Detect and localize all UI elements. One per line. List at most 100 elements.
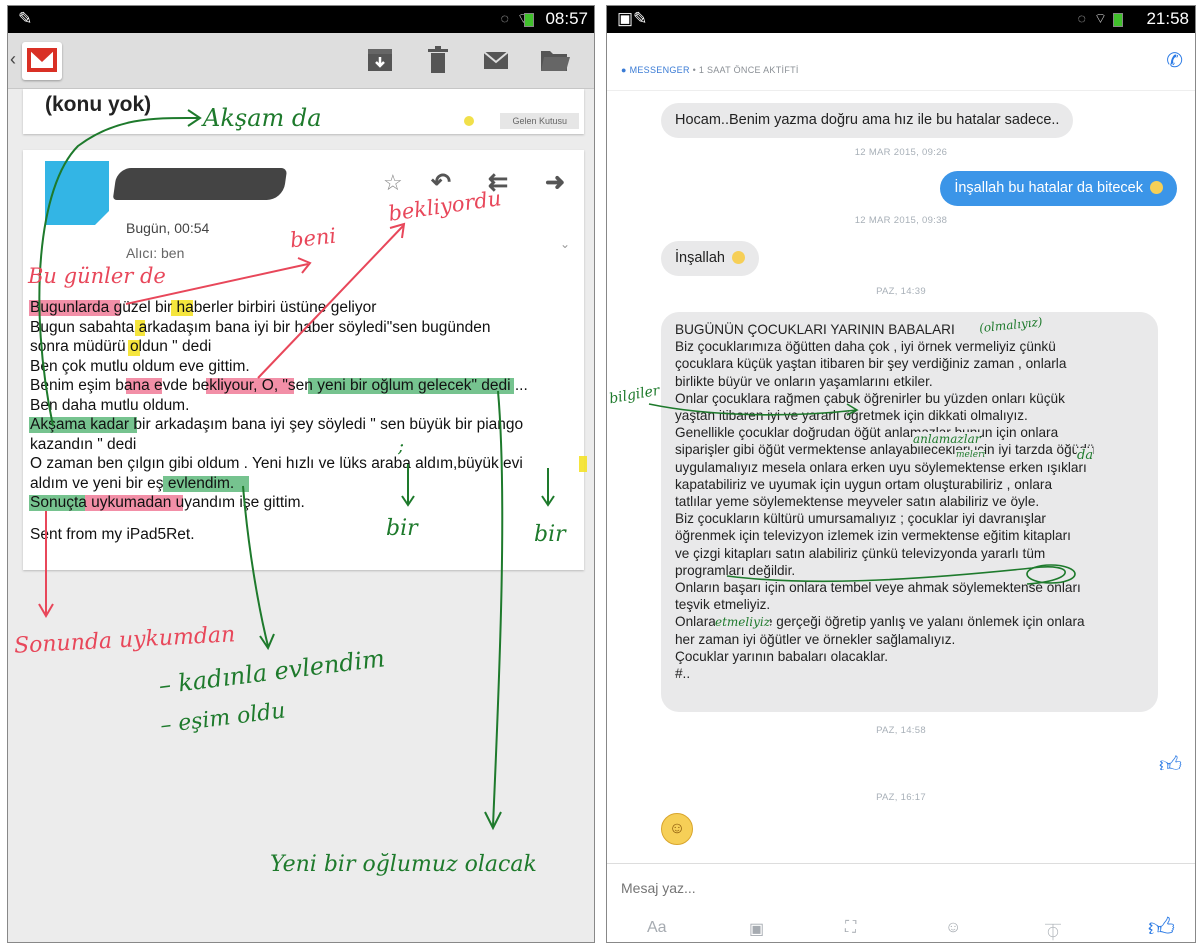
- annotation-bu-gunler-de: Bu günler de: [28, 264, 166, 288]
- annotation-aksam-da: Akşam da: [203, 104, 322, 132]
- body-line: Akşama kadar bir arkadaşım bana iyi şey …: [30, 416, 524, 433]
- essay-line: çocuklara küçük yaştan itibaren bir şey …: [675, 356, 1067, 372]
- messenger-icon: ●: [621, 65, 627, 75]
- message-recipient: Alıcı: ben: [126, 245, 185, 261]
- essay-line: kapatabiliriz ve uyumak için uygun ortam…: [675, 476, 1053, 492]
- essay-line: her zaman iyi öğütler ve örnekler sağlam…: [675, 631, 956, 647]
- message-timestamp: PAZ, 16:17: [876, 792, 926, 803]
- message-timestamp: 12 MAR 2015, 09:26: [854, 147, 948, 158]
- delete-icon[interactable]: [422, 45, 454, 75]
- message-card: Bugün, 00:54 Alıcı: ben ☆ ↶ ⇇ ➜ ⌄ Bugunl…: [23, 150, 587, 570]
- body-line: sonra müdürü oldun " dedi: [30, 338, 212, 355]
- essay-line: Biz çocukların kültürü umursamalıyız ; ç…: [675, 511, 1046, 527]
- archive-icon[interactable]: [364, 45, 396, 75]
- essay-line: tatlılar yeme söylemektense meyveler sat…: [675, 494, 1040, 510]
- body-line: Ben çok mutlu oldum eve gittim.: [30, 357, 250, 375]
- microphone-icon[interactable]: ⏁: [1045, 919, 1061, 942]
- message-bubble[interactable]: İnşallah: [661, 241, 760, 276]
- redacted-sender: [112, 168, 288, 200]
- gmail-screenshot: ✎ ◌ ⌔ 08:57 ‹ (konu yok) Gelen Kutusu Bu…: [7, 5, 595, 943]
- annotation-anlamazlar: anlamazlar: [913, 432, 981, 446]
- sent-text: İnşallah bu hatalar da bitecek: [954, 180, 1143, 196]
- move-folder-icon[interactable]: [538, 45, 570, 75]
- annotation-meleri: meleri: [956, 450, 986, 460]
- messenger-screenshot: ▣✎ ◌ ⌔ 21:58 ● MESSENGER • 1 SAAT ÖNCE A…: [606, 5, 1196, 943]
- messenger-brand: MESSENGER: [629, 65, 690, 75]
- message-bubble[interactable]: Hocam..Benim yazma doğru ama hız ile bu …: [661, 103, 1074, 138]
- message-timestamp: 12 MAR 2015, 09:38: [854, 215, 948, 226]
- smile-emoji-icon: [1150, 181, 1163, 194]
- message-input[interactable]: [621, 880, 1141, 896]
- inbox-label[interactable]: Gelen Kutusu: [500, 113, 579, 129]
- pencil-icon: ✎: [18, 9, 33, 28]
- annotation-esim-oldu: – eşim oldu: [158, 698, 287, 739]
- active-time: • 1 SAAT ÖNCE AKTİFTİ: [689, 65, 799, 75]
- body-line: kazandın " dedi: [30, 435, 137, 453]
- gmail-action-bar: ‹: [8, 33, 594, 89]
- message-bubble-sent[interactable]: İnşallah bu hatalar da bitecek: [940, 171, 1177, 206]
- annotation-semicolon: ;: [398, 436, 405, 457]
- annotation-yeni-bir-oglumuz: Yeni bir oğlumuz olacak: [270, 852, 537, 877]
- body-line: Sonuçta uykumadan uyandım işe gittim.: [30, 494, 305, 511]
- body-line: Benim eşim bana evde bekliyour, O, "sen …: [30, 377, 528, 394]
- essay-line: #..: [675, 666, 691, 682]
- smile-emoji-icon[interactable]: ☺: [661, 813, 693, 845]
- smile-emoji-icon: [732, 251, 746, 264]
- emoji-icon[interactable]: ☺: [945, 919, 961, 937]
- essay-line: uygulamalıyız mesela onlara erken uyu sö…: [675, 459, 1087, 475]
- essay-line: siparişler gibi öğüt vermektense anlayab…: [675, 442, 1095, 458]
- chevron-down-icon[interactable]: ⌄: [560, 237, 570, 251]
- mark-unread-icon[interactable]: [480, 45, 512, 75]
- message-date: Bugün, 00:54: [126, 220, 210, 236]
- message-text: İnşallah: [675, 250, 725, 266]
- body-line: Bugun sabahta arkadaşım bana iyi bir hab…: [30, 318, 491, 336]
- like-icon[interactable]: 👍︎: [1159, 751, 1182, 778]
- sender-avatar[interactable]: [45, 161, 109, 225]
- battery-icon: [524, 13, 534, 27]
- essay-line: Biz çocuklarımıza öğütten daha çok , iyi…: [675, 339, 1056, 355]
- pencil-icon: ▣✎: [617, 9, 648, 28]
- essay-message-bubble[interactable]: BUGÜNÜN ÇOCUKLARI YARININ BABALARI Biz ç…: [661, 312, 1158, 712]
- forward-icon[interactable]: ➜: [545, 168, 565, 197]
- annotation-da: da: [1077, 448, 1094, 463]
- email-signature: Sent from my iPad5Ret.: [30, 526, 195, 543]
- status-bar: ▣✎ ◌ ⌔ 21:58: [607, 6, 1195, 33]
- back-icon[interactable]: ‹: [10, 49, 16, 70]
- camera-icon[interactable]: ▣: [749, 919, 764, 939]
- like-send-icon[interactable]: 👍︎: [1148, 912, 1175, 942]
- annotation-bilgiler: bilgiler: [607, 382, 661, 408]
- annotation-etmeliyiz: etmeliyiz: [715, 615, 771, 629]
- essay-line: ve çizgi kitapları satın alabiliriz çünk…: [675, 545, 1046, 561]
- text-format-button[interactable]: Aa: [647, 919, 667, 937]
- annotation-beni: beni: [288, 223, 338, 253]
- annotation-kadinla-evlendim: – kadınla evlendim: [157, 644, 387, 700]
- body-line: Bugunlarda güzel bir haberler birbiri üs…: [30, 299, 377, 316]
- signal-icons: ◌ ⌔: [1077, 10, 1109, 26]
- essay-line: birlikte büyür ve onların yaşamlarını et…: [675, 373, 933, 389]
- essay-line: programları değildir.: [675, 562, 796, 578]
- compose-bar: Aa ▣ ⛶ ☺ ⏁ 👍︎: [607, 863, 1195, 942]
- compose-toolbar: Aa ▣ ⛶ ☺ ⏁: [607, 919, 1195, 942]
- star-icon[interactable]: ☆: [383, 170, 403, 196]
- email-subject: (konu yok): [45, 93, 152, 116]
- annotation-bir-2: bir: [534, 522, 566, 547]
- status-bar: ✎ ◌ ⌔ 08:57: [8, 6, 594, 33]
- message-timestamp: PAZ, 14:58: [876, 725, 926, 736]
- essay-line: yaştan itibaren iyi ve yararlı öğretmek …: [675, 408, 1028, 424]
- message-timestamp: PAZ, 14:39: [876, 286, 926, 297]
- battery-icon: [1113, 13, 1123, 27]
- annotation-bir-1: bir: [386, 516, 418, 541]
- clock: 21:58: [1146, 9, 1189, 28]
- annotation-sonunda-uykumdan: Sonunda uykumdan: [13, 622, 236, 659]
- phone-icon[interactable]: ✆: [1166, 48, 1183, 73]
- essay-line: öğrenmek için televizyon izlemek izin ve…: [675, 528, 1071, 544]
- conversation-header: ● MESSENGER • 1 SAAT ÖNCE AKTİFTİ ✆: [607, 33, 1195, 91]
- active-status: ● MESSENGER • 1 SAAT ÖNCE AKTİFTİ: [621, 65, 799, 75]
- body-line: Ben daha mutlu oldum.: [30, 396, 190, 414]
- essay-line: teşvik etmeliyiz.: [675, 597, 771, 613]
- essay-line: Onların başarı için onlara tembel veye a…: [675, 580, 1081, 596]
- gmail-logo-icon[interactable]: [22, 42, 62, 80]
- clock: 08:57: [545, 9, 588, 28]
- gallery-icon[interactable]: ⛶: [845, 919, 856, 937]
- message-body: Bugunlarda güzel bir haberler birbiri üs…: [30, 298, 590, 513]
